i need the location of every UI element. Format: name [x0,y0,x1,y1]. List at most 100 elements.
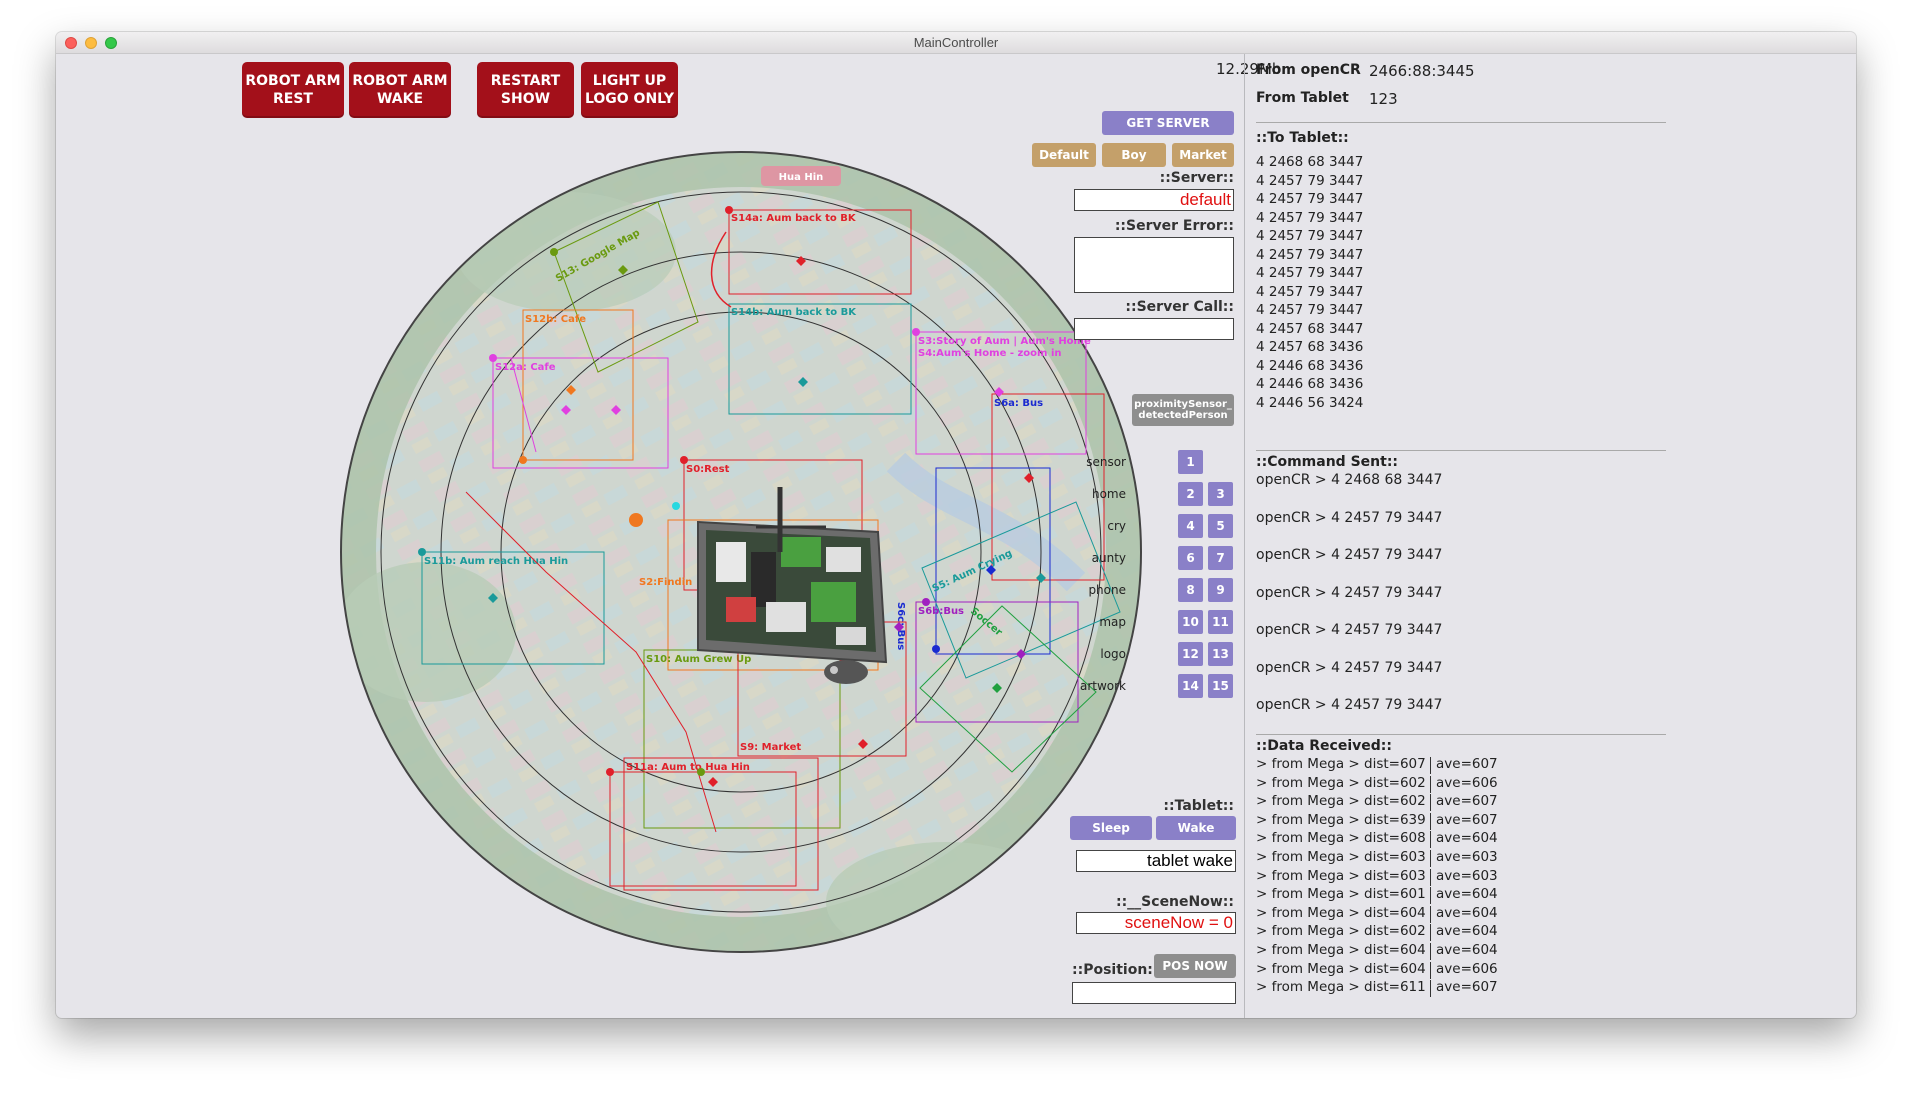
data-received-ave: ave=606 [1436,774,1498,791]
town-label: Hua Hin [779,172,824,183]
separator [1256,450,1666,451]
data-received-ave: ave=604 [1436,923,1498,940]
command-sent-line: openCR > 4 2457 79 3447 [1256,547,1443,563]
command-button-2[interactable]: 2 [1178,482,1203,506]
to-tablet-line: 4 2457 79 3447 [1256,246,1364,263]
server-error-field[interactable] [1074,237,1234,293]
scene-label: S11a: Aum to Hua Hin [626,762,750,773]
preset-market-button[interactable]: Market [1172,143,1234,167]
from-opencr-value: 2466:88:3445 [1369,62,1475,80]
to-tablet-log: 4 2468 68 3447 4 2457 79 3447 4 2457 79 34… [1256,153,1363,412]
proximity-sensor-button[interactable]: proximitySensor_ detectedPerson [1132,394,1234,426]
command-button-12[interactable]: 12 [1178,642,1203,666]
data-received-ave: ave=607 [1436,756,1498,772]
data-received-line: > from Mega > dist=601 ave=604 [1256,886,1498,905]
command-sent-header: ::Command Sent:: [1256,454,1399,470]
maximize-window-button[interactable] [105,37,117,49]
data-received-line: > from Mega > dist=604 ave=606 [1256,960,1498,980]
pos-now-button[interactable]: POS NOW [1154,954,1236,978]
to-tablet-line: 4 2457 79 3447 [1256,172,1364,189]
to-tablet-line: 4 2457 68 3436 [1256,339,1364,355]
data-received-line: > from Mega > dist=611 ave=607 [1256,979,1498,998]
robot-arm-rest-button[interactable]: ROBOT ARM REST [242,62,344,118]
get-server-button[interactable]: GET SERVER [1102,111,1234,135]
server-call-field[interactable] [1074,318,1234,340]
preset-default-button[interactable]: Default [1032,143,1096,167]
data-received-dist: > from Mega > dist=601 [1256,886,1426,903]
column-divider [1430,868,1431,886]
command-button-13[interactable]: 13 [1208,642,1233,666]
position-field[interactable] [1072,982,1236,1004]
scene-now-label: ::__SceneNow:: [1115,894,1234,910]
preset-boy-button[interactable]: Boy [1102,143,1166,167]
data-received-ave: ave=607 [1436,979,1498,996]
data-received-ave: ave=606 [1436,960,1498,977]
light-up-logo-only-button[interactable]: LIGHT UP LOGO ONLY [581,62,678,118]
to-tablet-line: 4 2446 68 3436 [1256,376,1364,392]
command-button-1[interactable]: 1 [1178,450,1203,474]
data-received-ave: ave=604 [1436,886,1498,903]
tablet-sleep-button[interactable]: Sleep [1070,816,1152,840]
command-button-3[interactable]: 3 [1208,482,1233,506]
to-tablet-line: 4 2457 68 3447 [1256,320,1364,337]
server-field[interactable]: default [1074,189,1234,211]
data-received-ave: ave=603 [1436,867,1498,884]
data-received-dist: > from Mega > dist=602 [1256,793,1426,810]
command-button-15[interactable]: 15 [1208,674,1233,698]
data-received-dist: > from Mega > dist=607 [1256,756,1426,772]
data-received-dist: > from Mega > dist=602 [1256,923,1426,940]
robot-arm-wake-button[interactable]: ROBOT ARM WAKE [349,62,451,118]
circular-map[interactable]: Hua Hin S14a: Aum back to BK S14b: Aum b… [306,132,1176,982]
data-received-dist: > from Mega > dist=603 [1256,867,1426,884]
to-tablet-line: 4 2457 79 3447 [1256,283,1364,300]
tablet-wake-button[interactable]: Wake [1156,816,1236,840]
data-received-line: > from Mega > dist=602 ave=604 [1256,923,1498,942]
to-tablet-line: 4 2446 56 3424 [1256,394,1364,411]
command-row-label: cry [1107,519,1126,533]
data-received-dist: > from Mega > dist=602 [1256,774,1426,791]
command-button-11[interactable]: 11 [1208,610,1233,634]
column-divider [1430,942,1431,960]
data-received-ave: ave=607 [1436,793,1498,810]
to-tablet-line: 4 2446 68 3436 [1256,357,1364,374]
data-received-dist: > from Mega > dist=611 [1256,979,1426,996]
separator [1256,122,1666,123]
separator [1256,734,1666,735]
scene-label: S4:Aum's Home - zoom in [918,348,1062,359]
to-tablet-line: 4 2457 79 3447 [1256,302,1364,318]
command-button-4[interactable]: 4 [1178,514,1203,538]
position-label: ::Position:: [1072,962,1159,978]
tablet-field[interactable]: tablet wake [1076,850,1236,872]
minimize-window-button[interactable] [85,37,97,49]
to-tablet-header: ::To Tablet:: [1256,130,1349,146]
command-button-14[interactable]: 14 [1178,674,1203,698]
data-received-dist: > from Mega > dist=604 [1256,960,1426,977]
command-button-8[interactable]: 8 [1178,578,1203,602]
scene-label: S11b: Aum reach Hua Hin [424,556,568,567]
data-received-ave: ave=604 [1436,830,1498,847]
command-button-6[interactable]: 6 [1178,546,1203,570]
to-tablet-line: 4 2457 79 3447 [1256,209,1364,226]
from-opencr-label: From openCR [1256,62,1361,78]
data-received-line: > from Mega > dist=603 ave=603 [1256,849,1498,868]
from-tablet-label: From Tablet [1256,90,1349,106]
scene-now-field[interactable]: sceneNow = 0 [1076,912,1236,934]
restart-show-button[interactable]: RESTART SHOW [477,62,574,118]
command-button-9[interactable]: 9 [1208,578,1233,602]
command-button-5[interactable]: 5 [1208,514,1233,538]
command-sent-line: openCR > 4 2457 79 3447 [1256,584,1443,601]
server-call-label: ::Server Call:: [1125,299,1234,315]
scene-label: S10: Aum Grew Up [646,654,751,665]
data-received-line: > from Mega > dist=602 ave=606 [1256,774,1498,794]
command-button-7[interactable]: 7 [1208,546,1233,570]
command-button-10[interactable]: 10 [1178,610,1203,634]
command-row-label: aunty [1091,551,1126,565]
scene-label: S0:Rest [686,464,730,475]
close-window-button[interactable] [65,37,77,49]
column-divider [1430,905,1431,923]
to-tablet-line: 4 2457 79 3447 [1256,191,1364,207]
data-received-line: > from Mega > dist=604 ave=604 [1256,905,1498,924]
data-received-ave: ave=604 [1436,904,1498,921]
to-tablet-line: 4 2457 79 3447 [1256,228,1364,244]
command-sent-line: openCR > 4 2457 79 3447 [1256,697,1443,713]
